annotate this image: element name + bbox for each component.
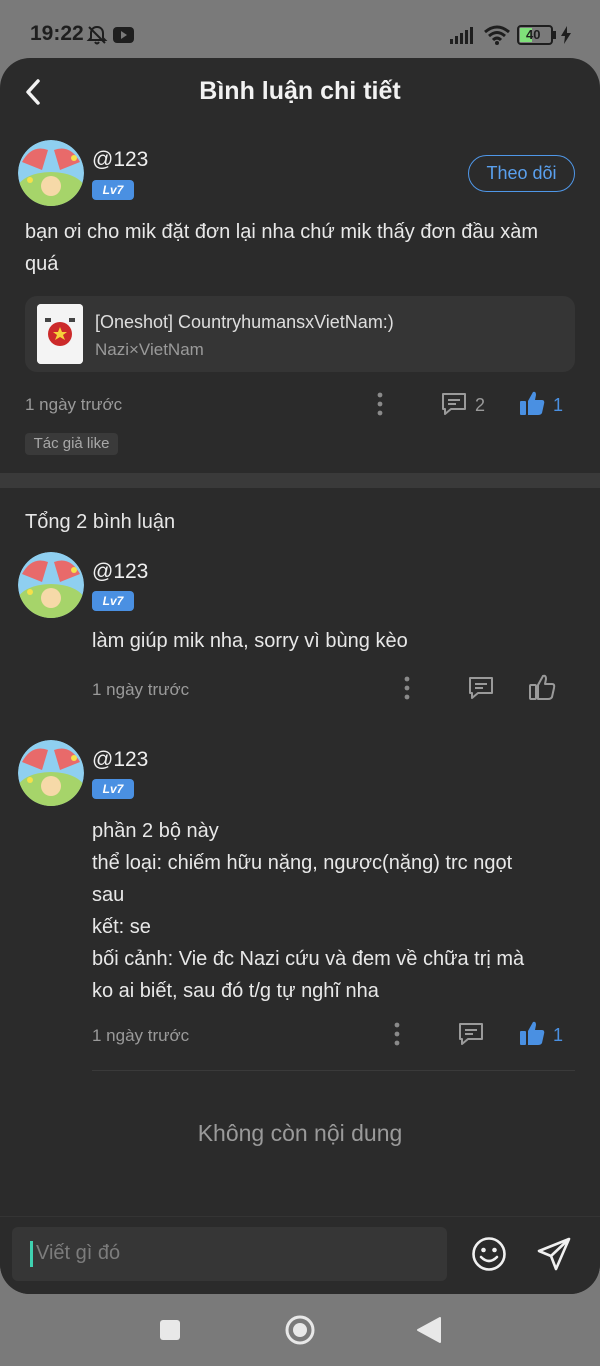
story-title: [Oneshot] CountryhumansxVietNam:) [95,312,394,332]
avatar-image [18,740,84,806]
more-vertical-icon[interactable] [375,392,385,421]
battery-level: 40 [526,27,541,42]
reply-time: 1 ngày trước [92,1026,190,1045]
signal-icon [450,26,476,49]
comment-input[interactable]: Viết gì đó [12,1227,447,1281]
send-icon[interactable] [536,1236,572,1277]
reply-text-line: kết: se [92,916,151,938]
more-vertical-icon[interactable] [392,1022,402,1051]
comment-text-line: quá [25,253,59,275]
thumbs-up-icon[interactable] [528,673,556,706]
reply-text-line: ko ai biết, sau đó t/g tự nghĩ nha [92,980,379,1002]
level-badge: Lv7 [92,591,134,611]
thumbs-up-icon[interactable] [518,389,546,422]
list-divider [92,1070,575,1071]
avatar[interactable] [18,140,84,206]
comment-text: bạn ơi cho mik đặt đơn lại nha chứ mik t… [25,216,585,280]
comment-time: 1 ngày trước [25,395,123,414]
page-title: Bình luận chi tiết [199,77,401,105]
replies-total: Tổng 2 bình luận [25,511,176,533]
home-icon[interactable] [284,1314,316,1351]
avatar-image [18,552,84,618]
like-count: 1 [553,395,564,415]
avatar[interactable] [18,552,84,618]
reply-text-line: sau [92,884,125,906]
reply-text-line: bối cảnh: Vie đc Nazi cứu và đem về chữa… [92,948,525,970]
comment-icon[interactable] [440,391,468,422]
level-badge: Lv7 [92,779,134,799]
reply-text: làm giúp mik nha, sorry vì bùng kèo [92,630,408,652]
avatar-image [18,140,84,206]
more-vertical-icon[interactable] [402,676,412,705]
comment-detail-sheet: Bình luận chi tiết @123 Lv7 Theo dõi bạn… [0,58,600,1294]
author-like-tag: Tác giả like [25,433,118,455]
wifi-icon [483,25,511,50]
comment-icon[interactable] [467,675,495,706]
comment-text-line: bạn ơi cho mik đặt đơn lại nha chứ mik t… [25,221,538,243]
emoji-icon[interactable] [471,1236,507,1277]
youtube-icon [113,27,134,48]
username[interactable]: @123 [92,560,148,584]
reply-text: phần 2 bộ này thể loại: chiếm hữu nặng, … [92,815,582,1007]
bell-off-icon [86,24,108,51]
header: Bình luận chi tiết [0,58,600,130]
level-badge: Lv7 [92,180,134,200]
comment-input-placeholder: Viết gì đó [36,1242,121,1264]
comment-icon[interactable] [457,1021,485,1052]
story-card[interactable]: [Oneshot] CountryhumansxVietNam:) Nazi×V… [25,296,575,372]
story-thumbnail [37,304,83,364]
reply-count: 2 [475,395,486,415]
thumbs-up-icon[interactable] [518,1019,546,1052]
reply-text-line: phần 2 bộ này [92,820,219,842]
story-subtitle: Nazi×VietNam [95,340,204,359]
status-bar: 19:22 40 [0,0,600,60]
end-of-list-text: Không còn nội dung [197,1120,403,1146]
username[interactable]: @123 [92,148,148,172]
section-divider [0,473,600,488]
follow-button[interactable]: Theo dõi [468,155,575,192]
avatar[interactable] [18,740,84,806]
charging-icon [560,26,572,49]
reply-time: 1 ngày trước [92,680,190,699]
username[interactable]: @123 [92,748,148,772]
reply-text-line: thể loại: chiếm hữu nặng, ngược(nặng) tr… [92,852,513,874]
recents-icon[interactable] [159,1319,181,1346]
status-time: 19:22 [30,22,84,45]
back-icon[interactable] [416,1316,442,1349]
text-caret [30,1241,33,1267]
system-nav-bar [0,1294,600,1366]
comment-input-bar: Viết gì đó [0,1216,600,1294]
like-count: 1 [553,1025,564,1045]
